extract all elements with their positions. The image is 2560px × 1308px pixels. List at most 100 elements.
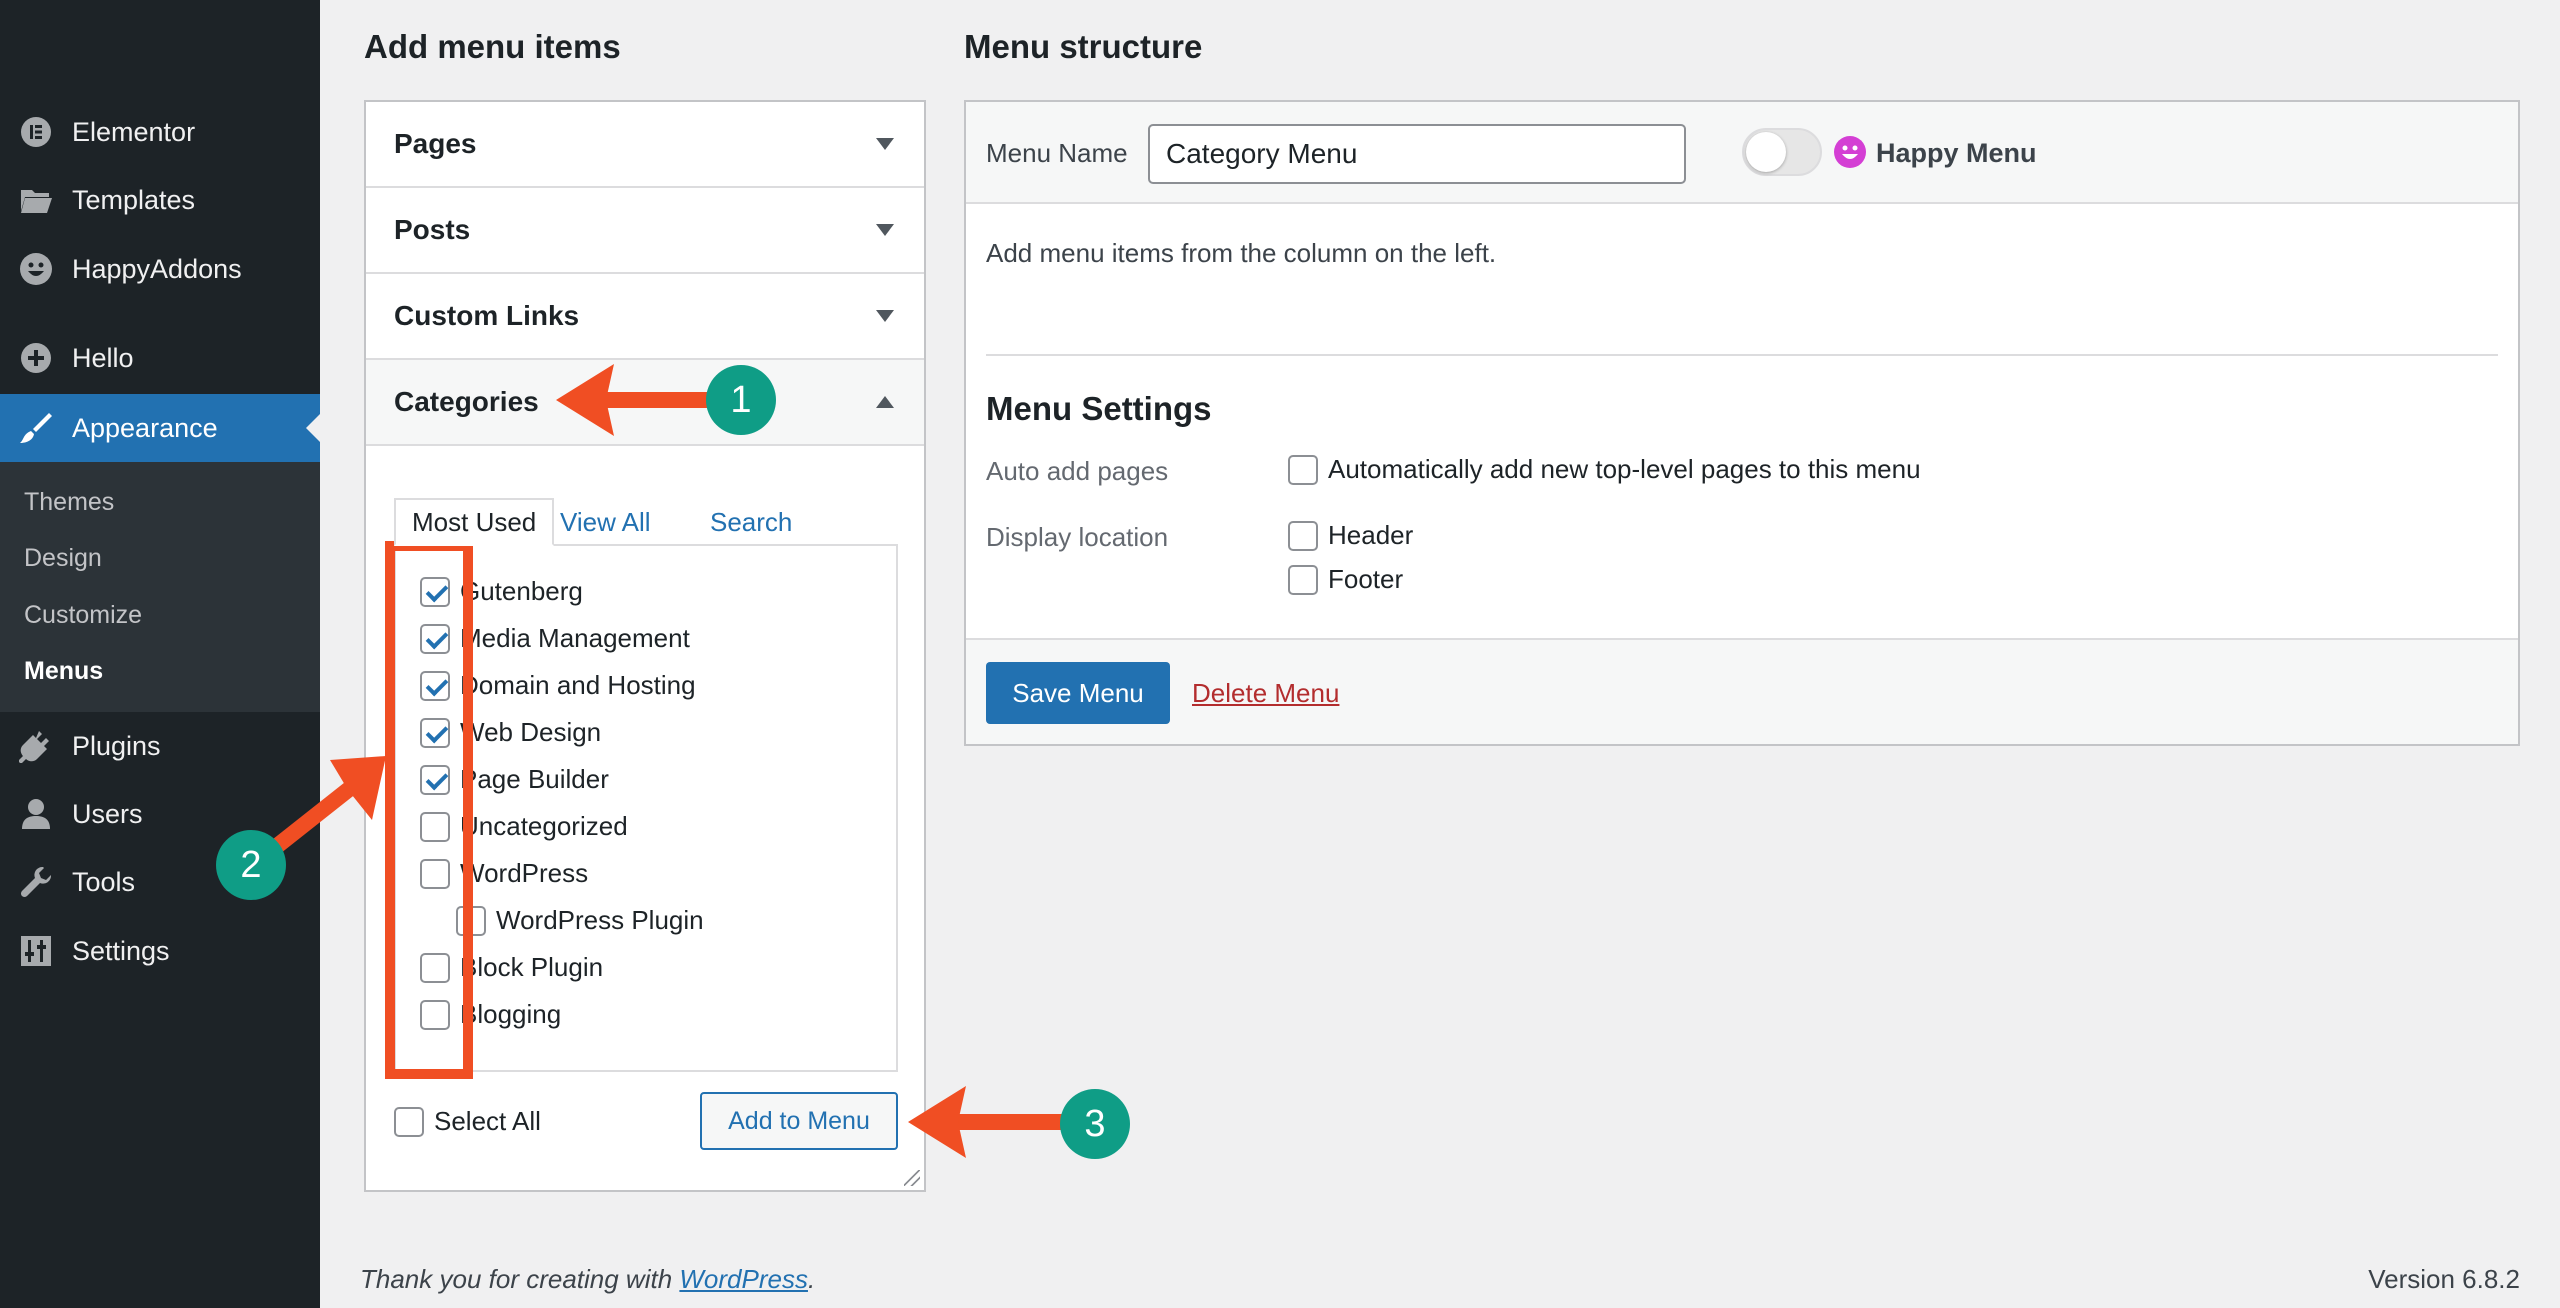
sidebar-item-hello[interactable]: Hello bbox=[0, 324, 320, 392]
accordion-categories[interactable]: Categories bbox=[366, 360, 924, 446]
version-text: Version 6.8.2 bbox=[2368, 1264, 2520, 1294]
sidebar-item-label: Plugins bbox=[72, 730, 161, 761]
location-header-checkbox[interactable]: Header bbox=[1288, 520, 1413, 551]
tab-most-used[interactable]: Most Used bbox=[394, 498, 555, 546]
wordpress-link[interactable]: WordPress bbox=[679, 1264, 808, 1294]
step-badge-1: 1 bbox=[706, 365, 776, 435]
sidebar-item-label: Settings bbox=[72, 935, 170, 966]
elementor-icon bbox=[17, 113, 55, 151]
paintbrush-icon bbox=[17, 409, 55, 447]
category-item-page-builder[interactable]: Page Builder bbox=[420, 764, 609, 795]
accordion-posts[interactable]: Posts bbox=[366, 188, 924, 274]
checkbox[interactable] bbox=[420, 764, 450, 795]
checkbox[interactable] bbox=[1288, 520, 1318, 551]
category-item-wordpress-plugin[interactable]: WordPress Plugin bbox=[456, 905, 704, 936]
resize-handle-icon[interactable] bbox=[904, 1170, 920, 1186]
category-label: Uncategorized bbox=[460, 811, 628, 841]
sidebar-item-elementor[interactable]: Elementor bbox=[0, 98, 320, 166]
checkbox[interactable] bbox=[420, 717, 450, 748]
category-list: Gutenberg Media Management Domain and Ho… bbox=[394, 544, 898, 1072]
step-badge-2: 2 bbox=[216, 830, 286, 900]
tab-view-all[interactable]: View All bbox=[560, 498, 651, 546]
caret-up-icon bbox=[876, 396, 894, 408]
happy-menu-toggle[interactable] bbox=[1742, 128, 1822, 176]
category-label: Media Management bbox=[460, 623, 690, 653]
category-label: WordPress bbox=[460, 858, 589, 888]
submenu-item-themes[interactable]: Themes bbox=[24, 488, 114, 517]
checkbox[interactable] bbox=[420, 858, 450, 889]
plus-circle-icon bbox=[17, 339, 55, 377]
checkbox[interactable] bbox=[420, 576, 450, 607]
category-item-block-plugin[interactable]: Block Plugin bbox=[420, 952, 603, 983]
category-item-media-management[interactable]: Media Management bbox=[420, 623, 690, 654]
submenu-item-menus[interactable]: Menus bbox=[24, 657, 103, 686]
step-badge-3: 3 bbox=[1060, 1089, 1130, 1159]
sidebar-item-settings[interactable]: Settings bbox=[0, 917, 320, 985]
toggle-knob bbox=[1746, 132, 1786, 172]
checkbox[interactable] bbox=[420, 623, 450, 654]
checkbox[interactable] bbox=[420, 999, 450, 1030]
footer-suffix: . bbox=[807, 1264, 816, 1294]
empty-menu-hint: Add menu items from the column on the le… bbox=[986, 238, 1497, 268]
category-label: Gutenberg bbox=[460, 576, 583, 606]
submenu-item-design[interactable]: Design bbox=[24, 544, 102, 573]
select-all-label: Select All bbox=[434, 1106, 541, 1136]
add-menu-items-heading: Add menu items bbox=[364, 28, 621, 65]
menu-name-bar: Menu Name Happy Menu bbox=[966, 102, 2518, 204]
menu-name-input[interactable] bbox=[1148, 124, 1686, 184]
category-item-web-design[interactable]: Web Design bbox=[420, 717, 601, 748]
accordion-pages[interactable]: Pages bbox=[366, 102, 924, 188]
checkbox[interactable] bbox=[394, 1106, 424, 1137]
sidebar-item-label: HappyAddons bbox=[72, 253, 242, 284]
accordion-title: Categories bbox=[394, 386, 539, 417]
checkbox[interactable] bbox=[1288, 564, 1318, 595]
select-all-checkbox[interactable]: Select All bbox=[394, 1106, 541, 1137]
sidebar-item-appearance[interactable]: Appearance bbox=[0, 394, 320, 462]
caret-down-icon bbox=[876, 310, 894, 322]
caret-down-icon bbox=[876, 224, 894, 236]
location-footer-checkbox[interactable]: Footer bbox=[1288, 564, 1403, 595]
divider bbox=[986, 354, 2498, 356]
category-item-uncategorized[interactable]: Uncategorized bbox=[420, 811, 628, 842]
sidebar-item-label: Elementor bbox=[72, 116, 196, 147]
add-to-menu-button[interactable]: Add to Menu bbox=[700, 1092, 898, 1150]
checkbox[interactable] bbox=[1288, 454, 1318, 485]
auto-add-label: Auto add pages bbox=[986, 456, 1169, 486]
happy-menu-icon bbox=[1834, 136, 1866, 168]
menu-actions-bar: Save Menu Delete Menu bbox=[966, 638, 2518, 744]
checkbox[interactable] bbox=[420, 952, 450, 983]
category-label: Domain and Hosting bbox=[460, 670, 696, 700]
happy-menu-label: Happy Menu bbox=[1876, 138, 2037, 168]
menu-name-label: Menu Name bbox=[986, 138, 1128, 168]
category-label: Web Design bbox=[460, 717, 602, 747]
sidebar-item-happyaddons[interactable]: HappyAddons bbox=[0, 235, 320, 303]
sidebar-item-label: Users bbox=[72, 798, 143, 829]
location-label: Header bbox=[1328, 520, 1414, 550]
menu-structure-panel: Menu Name Happy Menu Add menu items from… bbox=[964, 100, 2520, 746]
category-item-blogging[interactable]: Blogging bbox=[420, 999, 561, 1030]
sidebar-item-templates[interactable]: Templates bbox=[0, 166, 320, 234]
accordion-title: Custom Links bbox=[394, 300, 580, 331]
menu-structure-heading: Menu structure bbox=[964, 28, 1203, 65]
tab-search[interactable]: Search bbox=[710, 498, 792, 546]
checkbox[interactable] bbox=[420, 811, 450, 842]
sidebar-item-label: Hello bbox=[72, 342, 134, 373]
accordion-title: Pages bbox=[394, 128, 477, 159]
category-item-gutenberg[interactable]: Gutenberg bbox=[420, 576, 583, 607]
checkbox[interactable] bbox=[420, 670, 450, 701]
submenu-item-customize[interactable]: Customize bbox=[24, 601, 142, 630]
save-menu-button[interactable]: Save Menu bbox=[986, 662, 1170, 724]
admin-sidebar: Elementor Templates HappyAddons Hello Ap… bbox=[0, 0, 320, 1308]
caret-down-icon bbox=[876, 138, 894, 150]
sidebar-item-plugins[interactable]: Plugins bbox=[0, 712, 320, 780]
wrench-icon bbox=[17, 863, 55, 901]
category-item-wordpress[interactable]: WordPress bbox=[420, 858, 588, 889]
auto-add-option-label: Automatically add new top-level pages to… bbox=[1328, 454, 1921, 484]
delete-menu-link[interactable]: Delete Menu bbox=[1192, 678, 1339, 709]
sidebar-item-label: Tools bbox=[72, 866, 136, 897]
category-item-domain-hosting[interactable]: Domain and Hosting bbox=[420, 670, 696, 701]
appearance-submenu: Themes Design Customize Menus bbox=[0, 462, 320, 712]
accordion-custom-links[interactable]: Custom Links bbox=[366, 274, 924, 360]
checkbox[interactable] bbox=[456, 905, 486, 936]
auto-add-checkbox[interactable]: Automatically add new top-level pages to… bbox=[1288, 454, 1921, 485]
